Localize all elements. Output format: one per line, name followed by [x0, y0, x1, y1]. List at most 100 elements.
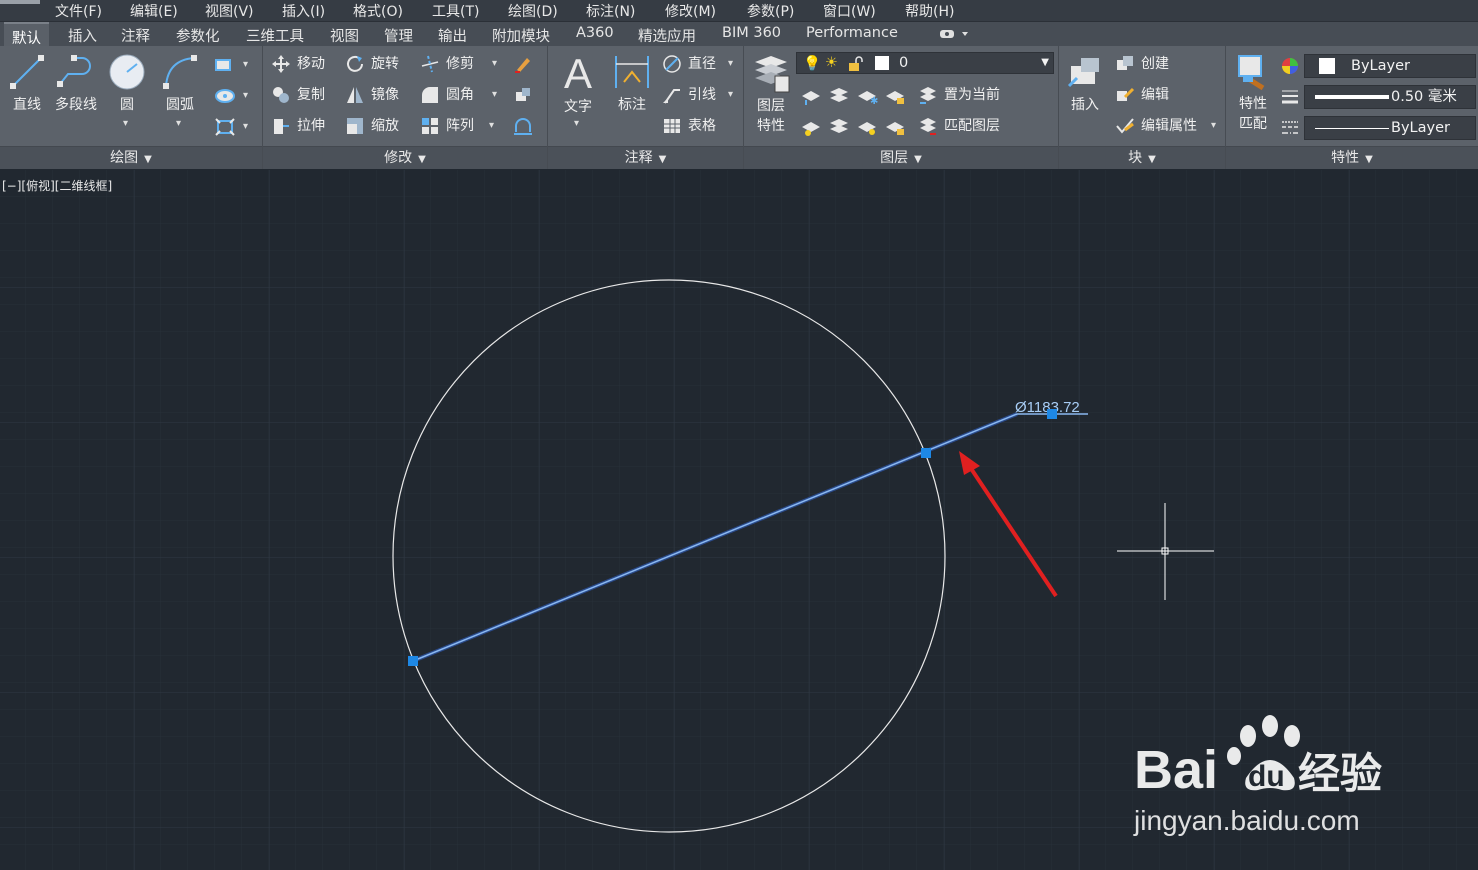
fillet-dropdown-icon[interactable]: ▾	[492, 89, 497, 100]
grip-handle[interactable]	[1047, 409, 1057, 419]
line-button[interactable]: 直线	[3, 52, 51, 114]
trim-button[interactable]: 修剪	[420, 53, 474, 77]
hatch-dropdown-icon[interactable]: ▾	[243, 90, 248, 101]
tab-3d-tools[interactable]: 三维工具	[246, 25, 304, 46]
menu-modify[interactable]: 修改(M)	[665, 1, 716, 21]
layer-on-all-icon[interactable]	[800, 117, 822, 137]
mirror-button[interactable]: 镜像	[345, 84, 399, 108]
layer-color-swatch[interactable]	[875, 56, 889, 70]
draw-panel-title[interactable]: 绘图 ▼	[0, 146, 262, 169]
stretch-button[interactable]: 拉伸	[271, 115, 325, 139]
tab-a360[interactable]: A360	[576, 25, 614, 41]
rectangle-dropdown-icon[interactable]: ▾	[243, 59, 248, 70]
text-button[interactable]: A 文字 ▾	[554, 50, 602, 129]
menu-tools[interactable]: 工具(T)	[432, 1, 479, 21]
tab-addins[interactable]: 附加模块	[492, 25, 550, 46]
layer-thaw-all-icon[interactable]	[856, 117, 878, 137]
move-button[interactable]: 移动	[271, 53, 325, 77]
offset-icon[interactable]	[513, 116, 533, 136]
color-wheel-icon[interactable]	[1280, 56, 1300, 76]
table-button[interactable]: 表格	[662, 115, 716, 139]
copy-button[interactable]: 复制	[271, 84, 325, 108]
leader-dropdown-icon[interactable]: ▾	[728, 89, 733, 100]
tab-performance[interactable]: Performance	[806, 25, 898, 41]
lineweight-dropdown[interactable]: 0.50 毫米	[1304, 85, 1476, 109]
match-layer-button[interactable]: 匹配图层	[918, 115, 1000, 139]
edit-attributes-button[interactable]: 编辑属性	[1115, 115, 1197, 139]
layer-properties-button[interactable]: 图层 特性	[746, 52, 796, 136]
menu-window[interactable]: 窗口(W)	[823, 1, 876, 21]
diameter-dropdown-icon[interactable]: ▾	[728, 58, 733, 69]
ribbon-minimize-icon[interactable]	[938, 27, 970, 41]
array-dropdown-icon[interactable]: ▾	[489, 120, 494, 131]
menu-help[interactable]: 帮助(H)	[905, 1, 954, 21]
menu-format[interactable]: 格式(O)	[353, 1, 403, 21]
leader-button[interactable]: 引线	[662, 84, 716, 108]
tab-default[interactable]: 默认	[4, 22, 49, 47]
modify-panel-title[interactable]: 修改 ▼	[263, 146, 547, 169]
menu-draw[interactable]: 绘图(D)	[508, 1, 558, 21]
scale-button[interactable]: 缩放	[345, 115, 399, 139]
create-block-button[interactable]: 创建	[1115, 53, 1169, 77]
tab-output[interactable]: 输出	[438, 25, 467, 46]
fillet-button[interactable]: 圆角	[420, 84, 474, 108]
circle-dropdown-icon[interactable]: ▾	[123, 118, 128, 129]
menu-view[interactable]: 视图(V)	[205, 1, 254, 21]
properties-panel-title[interactable]: 特性 ▼	[1226, 146, 1478, 169]
edit-attributes-dropdown-icon[interactable]: ▾	[1211, 120, 1216, 131]
tab-bim360[interactable]: BIM 360	[722, 25, 781, 41]
tab-insert[interactable]: 插入	[68, 25, 97, 46]
layer-on-icon[interactable]: 💡	[803, 54, 821, 74]
layer-unlock-all-icon[interactable]	[884, 117, 906, 137]
tab-manage[interactable]: 管理	[384, 25, 413, 46]
lineweight-icon[interactable]	[1280, 87, 1300, 107]
polyline-button[interactable]: 多段线	[52, 52, 100, 114]
rectangle-icon[interactable]	[214, 56, 236, 74]
boundary-icon[interactable]	[214, 117, 236, 137]
layer-freeze-icon[interactable]: ✱	[856, 86, 878, 106]
viewport-controls[interactable]: [−][俯视][二维线框]	[2, 177, 112, 194]
array-button[interactable]: 阵列	[420, 115, 474, 139]
set-current-layer-button[interactable]: 置为当前	[918, 84, 1000, 108]
dimension-button[interactable]: 标注	[608, 52, 656, 114]
linetype-dropdown[interactable]: ByLayer	[1304, 116, 1476, 140]
tab-parametric[interactable]: 参数化	[176, 25, 220, 46]
menu-file[interactable]: 文件(F)	[55, 1, 102, 21]
linetype-icon[interactable]	[1280, 118, 1300, 138]
menu-dimension[interactable]: 标注(N)	[586, 1, 635, 21]
arc-button[interactable]: 圆弧 ▾	[156, 52, 204, 129]
tab-view[interactable]: 视图	[330, 25, 359, 46]
layer-unisolate-icon[interactable]	[828, 117, 850, 137]
edit-block-button[interactable]: 编辑	[1115, 84, 1169, 108]
menu-insert[interactable]: 插入(I)	[282, 1, 325, 21]
erase-icon[interactable]	[513, 54, 533, 74]
tab-featured-apps[interactable]: 精选应用	[638, 25, 696, 46]
layer-off-icon[interactable]	[800, 86, 822, 106]
color-dropdown[interactable]: ByLayer	[1304, 54, 1476, 78]
layer-lock-icon[interactable]	[884, 86, 906, 106]
grip-handle[interactable]	[408, 656, 418, 666]
hatch-icon[interactable]	[214, 87, 236, 105]
insert-block-button[interactable]: 插入	[1061, 52, 1109, 114]
diameter-button[interactable]: 直径	[662, 53, 716, 77]
layer-dropdown[interactable]: 💡 ☀ 0 ▼	[796, 52, 1054, 74]
annotation-panel-title[interactable]: 注释 ▼	[548, 146, 743, 169]
circle-button[interactable]: 圆 ▾	[103, 52, 151, 129]
layer-unlock-icon[interactable]	[847, 56, 863, 72]
rotate-button[interactable]: 旋转	[345, 53, 399, 77]
menu-parametric[interactable]: 参数(P)	[747, 1, 794, 21]
block-panel-title[interactable]: 块 ▼	[1059, 146, 1225, 169]
match-properties-button[interactable]: 特性 匹配	[1229, 52, 1277, 134]
text-dropdown-icon[interactable]: ▾	[574, 118, 579, 129]
arc-dropdown-icon[interactable]: ▾	[176, 118, 181, 129]
layer-isolate-icon[interactable]	[828, 86, 850, 106]
app-button[interactable]	[0, 0, 40, 4]
layers-panel-title[interactable]: 图层 ▼	[744, 146, 1058, 169]
boundary-dropdown-icon[interactable]: ▾	[243, 121, 248, 132]
trim-dropdown-icon[interactable]: ▾	[492, 58, 497, 69]
menu-edit[interactable]: 编辑(E)	[130, 1, 178, 21]
tab-annotate[interactable]: 注释	[121, 25, 150, 46]
explode-icon[interactable]	[513, 85, 533, 105]
grip-handle[interactable]	[921, 448, 931, 458]
layer-thaw-icon[interactable]: ☀	[825, 53, 838, 73]
